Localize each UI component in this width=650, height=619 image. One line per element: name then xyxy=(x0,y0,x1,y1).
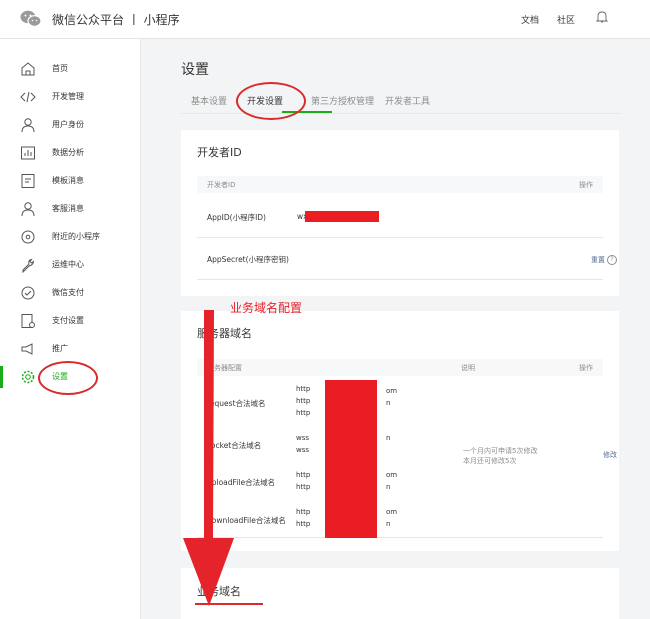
col-developer-id: 开发者ID xyxy=(207,181,236,189)
request-domain-entry: http xyxy=(296,409,311,417)
active-indicator xyxy=(0,366,3,388)
app-title[interactable]: 微信公众平台 丨 小程序 xyxy=(52,11,180,28)
domain-redaction xyxy=(325,380,377,538)
help-icon[interactable]: ? xyxy=(607,255,617,265)
row-divider xyxy=(197,279,603,280)
bar-chart-icon xyxy=(21,146,35,160)
sidebar-item-label: 用户身份 xyxy=(52,120,84,129)
request-domain-suffix: om xyxy=(386,387,398,395)
annotation-arrow-icon xyxy=(183,310,234,606)
sidebar-item-label: 推广 xyxy=(52,344,68,353)
appid-redaction xyxy=(305,211,379,222)
sidebar-item-template-message[interactable]: 模板消息 xyxy=(0,170,140,192)
page-title: 设置 xyxy=(181,62,209,78)
sidebar-item-label: 模板消息 xyxy=(52,176,84,185)
uploadfile-domain-suffix: om xyxy=(386,471,398,479)
annotation-underline xyxy=(195,603,263,605)
downloadfile-domain-suffix: om xyxy=(386,508,398,516)
sidebar-item-ops-center[interactable]: 运维中心 xyxy=(0,254,140,276)
community-link[interactable]: 社区 xyxy=(557,13,575,26)
user-icon xyxy=(21,118,35,133)
gear-icon xyxy=(21,370,35,384)
sidebar-item-label: 数据分析 xyxy=(52,148,84,157)
server-domain-table-header: 服务器配置 说明 操作 xyxy=(197,359,603,376)
sidebar-item-nearby-miniprogram[interactable]: 附近的小程序 xyxy=(0,226,140,248)
uploadfile-domain-entry: http xyxy=(296,471,311,479)
promotion-icon xyxy=(21,343,33,355)
sidebar-item-label: 微信支付 xyxy=(52,288,84,297)
annotation-label: 业务域名配置 xyxy=(230,301,303,315)
sidebar: 首页 开发管理 用户身份 数据分析 模板消息 客服消息 附近的小程序 运维中心 … xyxy=(0,39,141,619)
modify-remaining-note: 本月还可修改5次 xyxy=(463,457,517,465)
customer-service-icon xyxy=(21,202,35,217)
col-action: 操作 xyxy=(579,364,593,372)
tab-basic-settings[interactable]: 基本设置 xyxy=(191,94,227,107)
sidebar-item-customer-message[interactable]: 客服消息 xyxy=(0,198,140,220)
tab-dev-tools[interactable]: 开发者工具 xyxy=(385,94,430,107)
sidebar-item-promotion[interactable]: 推广 xyxy=(0,338,140,360)
uploadfile-domain-entry: http xyxy=(296,483,311,491)
reset-secret-link[interactable]: 重置? xyxy=(591,255,617,265)
row-divider xyxy=(197,537,603,538)
request-domain-entry: http xyxy=(296,385,311,393)
wrench-icon xyxy=(22,258,35,273)
uploadfile-domain-suffix: n xyxy=(386,483,391,491)
downloadfile-domain-entry: http xyxy=(296,508,311,516)
wechat-logo-icon xyxy=(20,10,42,27)
location-icon xyxy=(21,230,35,244)
socket-domain-suffix: n xyxy=(386,434,391,442)
sidebar-item-label: 开发管理 xyxy=(52,92,84,101)
modify-limit-note: 一个月内可申请5次修改 xyxy=(463,447,538,455)
code-icon xyxy=(20,91,36,103)
template-icon xyxy=(21,174,35,188)
sidebar-item-data-analysis[interactable]: 数据分析 xyxy=(0,142,140,164)
sidebar-item-label: 支付设置 xyxy=(52,316,84,325)
business-domain-card: 业务域名 xyxy=(181,568,619,619)
bell-icon[interactable] xyxy=(596,10,608,24)
sidebar-item-home[interactable]: 首页 xyxy=(0,58,140,80)
request-domain-entry: http xyxy=(296,397,311,405)
developer-id-title: 开发者ID xyxy=(197,146,242,159)
home-icon xyxy=(21,62,35,76)
sidebar-item-label: 首页 xyxy=(52,64,68,73)
sidebar-item-wechat-pay[interactable]: 微信支付 xyxy=(0,282,140,304)
appid-label: AppID(小程序ID) xyxy=(207,213,266,222)
row-divider xyxy=(197,237,603,238)
wechat-pay-icon xyxy=(21,286,35,300)
col-description: 说明 xyxy=(461,364,475,372)
sidebar-item-dev-management[interactable]: 开发管理 xyxy=(0,86,140,108)
annotation-ellipse-settings xyxy=(38,361,98,395)
sidebar-item-label: 客服消息 xyxy=(52,204,84,213)
request-domain-suffix: n xyxy=(386,399,391,407)
appsecret-label: AppSecret(小程序密钥) xyxy=(207,255,289,264)
developer-id-table-header: 开发者ID 操作 xyxy=(197,176,603,193)
modify-link[interactable]: 修改 xyxy=(603,450,617,460)
socket-domain-entry: wss xyxy=(296,446,310,454)
top-bar: 微信公众平台 丨 小程序 文档 社区 xyxy=(0,0,650,39)
col-action: 操作 xyxy=(579,181,593,189)
doc-link[interactable]: 文档 xyxy=(521,13,539,26)
socket-domain-entry: wss xyxy=(296,434,310,442)
sidebar-item-label: 运维中心 xyxy=(52,260,84,269)
sidebar-item-payment-settings[interactable]: 支付设置 xyxy=(0,310,140,332)
downloadfile-domain-entry: http xyxy=(296,520,311,528)
developer-id-card: 开发者ID 开发者ID 操作 AppID(小程序ID) wx AppSecret… xyxy=(181,130,619,296)
tab-third-party-auth[interactable]: 第三方授权管理 xyxy=(311,94,374,107)
sidebar-item-label: 附近的小程序 xyxy=(52,232,100,241)
server-domain-card: 服务器域名 服务器配置 说明 操作 request合法域名 http http … xyxy=(181,311,619,551)
payment-settings-icon xyxy=(21,314,35,328)
sidebar-item-user-identity[interactable]: 用户身份 xyxy=(0,114,140,136)
annotation-ellipse-tab xyxy=(236,82,306,120)
downloadfile-domain-suffix: n xyxy=(386,520,391,528)
